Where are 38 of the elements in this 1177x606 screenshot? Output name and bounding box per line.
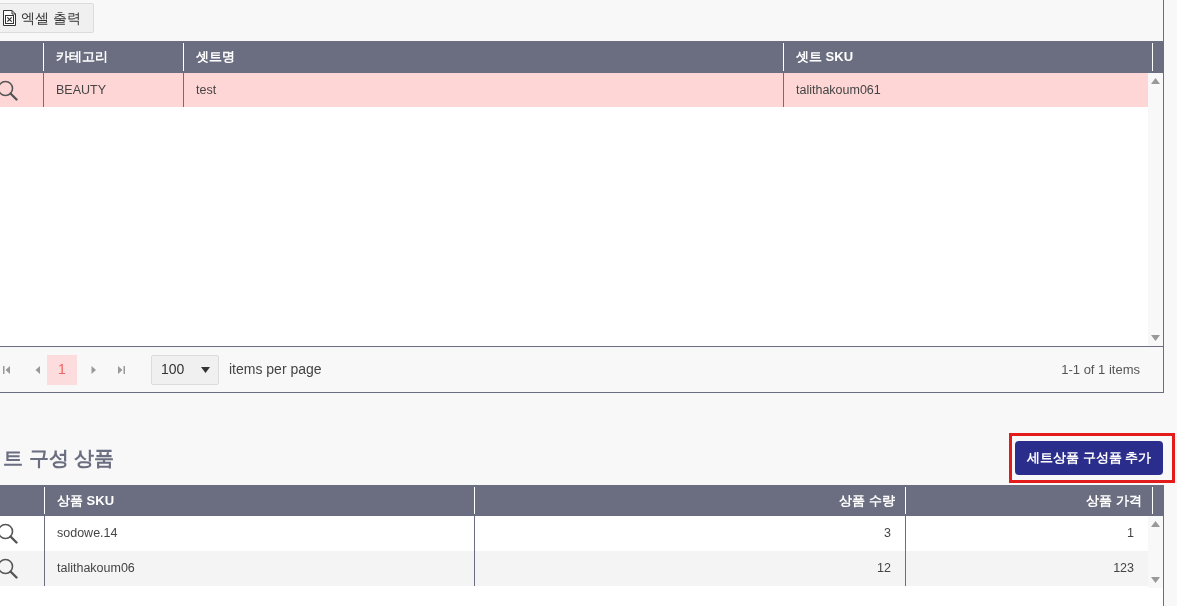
table-cell-text: 1 xyxy=(1127,525,1134,543)
scrollbar[interactable] xyxy=(1148,73,1163,346)
table-cell-text: 123 xyxy=(1113,560,1134,578)
scroll-down-arrow-icon[interactable] xyxy=(1151,577,1160,583)
column-header[interactable]: 상품 SKU xyxy=(44,487,474,514)
column-header[interactable]: 카테고리 xyxy=(43,43,183,71)
column-header[interactable]: 상품 수량 xyxy=(474,487,905,514)
table-row[interactable]: talithakoum06 12 123 xyxy=(0,551,1148,586)
pager-summary: 1-1 of 1 items xyxy=(1061,360,1140,379)
scroll-up-arrow-icon[interactable] xyxy=(1151,521,1160,527)
page-size-dropdown[interactable]: 100 xyxy=(151,354,219,385)
search-icon[interactable] xyxy=(0,79,18,101)
first-page-icon[interactable] xyxy=(2,365,10,374)
section-title: 트 구성 상품 xyxy=(3,446,115,471)
column-header[interactable]: 상품 가격 xyxy=(905,487,1152,514)
table-cell-text: 12 xyxy=(877,560,891,578)
search-icon[interactable] xyxy=(0,558,18,579)
caret-down-icon xyxy=(201,366,210,373)
next-page-icon[interactable] xyxy=(89,365,97,374)
export-excel-button[interactable]: 엑셀 출력 xyxy=(0,3,94,33)
search-icon[interactable] xyxy=(0,523,18,544)
spreadsheet-file-icon xyxy=(3,10,16,26)
table-cell-text: test xyxy=(196,81,217,99)
table-cell-text: 3 xyxy=(884,525,891,543)
column-header[interactable]: 셋트명 xyxy=(183,43,783,71)
table-cell-text: sodowe.14 xyxy=(57,525,118,543)
table-cell-text: talithakoum061 xyxy=(796,81,881,99)
scroll-up-arrow-icon[interactable] xyxy=(1151,78,1160,84)
page-size-label: items per page xyxy=(229,360,322,379)
table-cell-text: BEAUTY xyxy=(56,81,106,99)
table-cell-text: talithakoum06 xyxy=(57,560,135,578)
add-component-button[interactable]: 세트상품 구성품 추가 xyxy=(1015,441,1163,475)
scroll-down-arrow-icon[interactable] xyxy=(1151,335,1160,341)
table-row[interactable]: BEAUTY test talithakoum061 xyxy=(0,73,1148,107)
column-header[interactable]: 셋트 SKU xyxy=(783,43,1152,71)
last-page-icon[interactable] xyxy=(117,365,125,374)
scrollbar[interactable] xyxy=(1148,516,1163,588)
previous-page-icon[interactable] xyxy=(33,365,41,374)
